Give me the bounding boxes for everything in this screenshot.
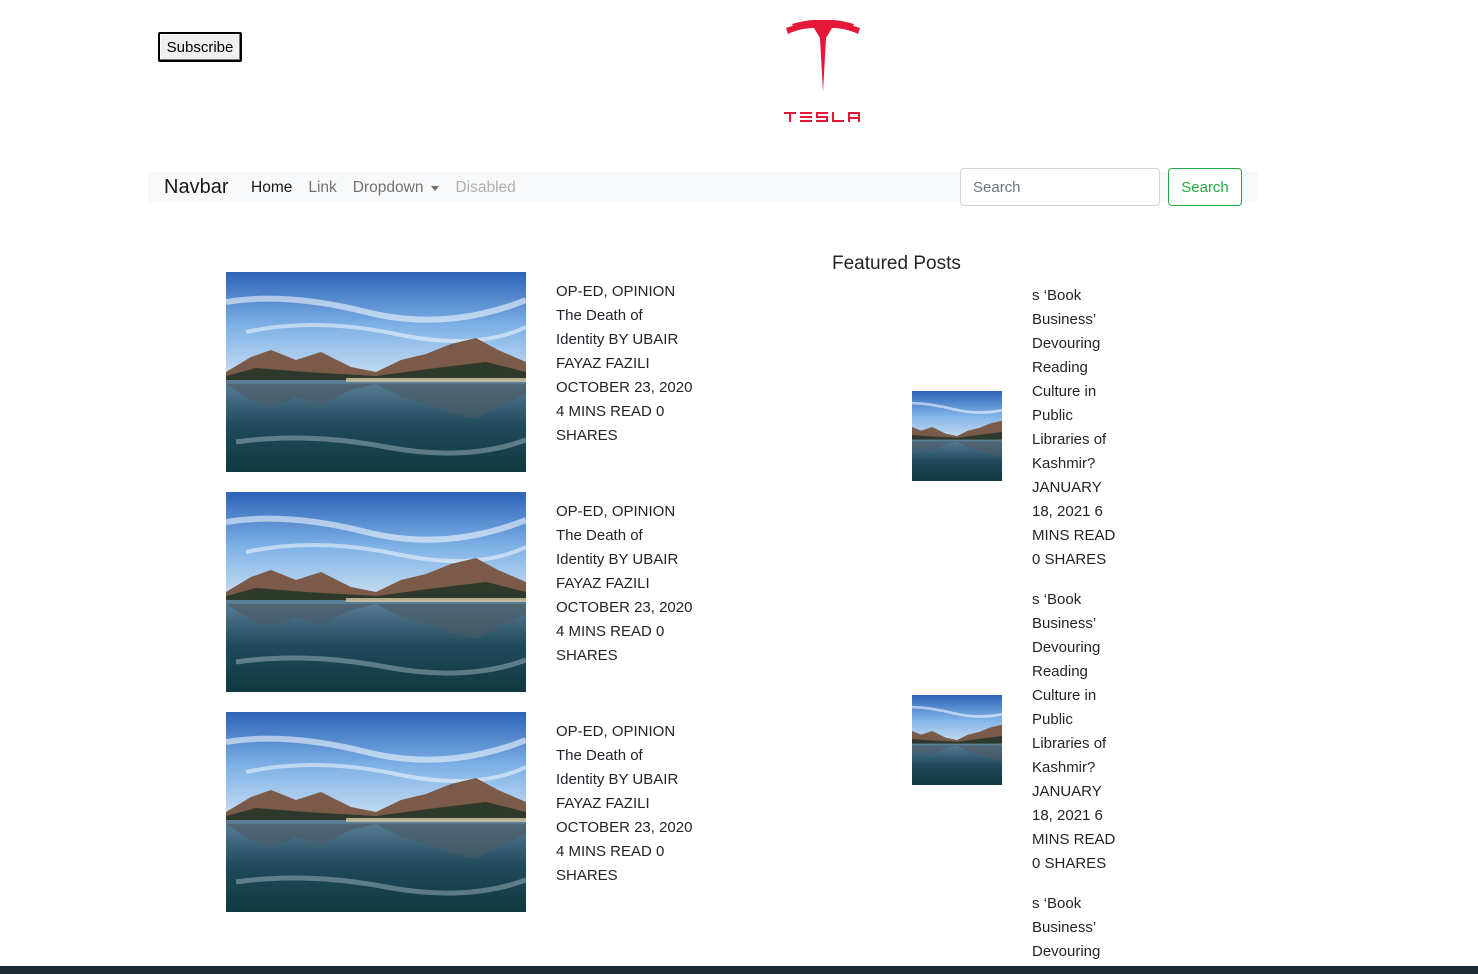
post-thumbnail[interactable] xyxy=(226,492,526,692)
featured-date: JANUARY xyxy=(1032,783,1102,800)
subscribe-button[interactable]: Subscribe xyxy=(158,32,242,62)
post-date: OCTOBER 23, 2020 xyxy=(556,819,693,836)
featured-title-line: Devouring xyxy=(1032,943,1101,960)
post-shares: SHARES xyxy=(556,647,618,664)
nav-link-home[interactable]: Home xyxy=(251,179,292,197)
featured-title-line: Business’ xyxy=(1032,919,1097,936)
post-author: FAYAZ FAZILI xyxy=(556,355,650,372)
post-title-line: Identity BY UBAIR xyxy=(556,771,679,788)
post-read-time: 4 MINS READ 0 xyxy=(556,623,665,640)
post-author: FAYAZ FAZILI xyxy=(556,795,650,812)
featured-meta[interactable]: s ‘Book Business’ Devouring Reading Cult… xyxy=(1032,588,1124,876)
featured-meta[interactable]: s ‘Book Business’ Devouring Reading Cult… xyxy=(1032,284,1124,572)
post-shares: SHARES xyxy=(556,427,618,444)
mountain-lake-image xyxy=(226,272,526,472)
mountain-lake-image xyxy=(912,391,1002,481)
featured-shares: 0 SHARES xyxy=(1032,855,1107,872)
search-button[interactable]: Search xyxy=(1168,168,1242,206)
featured-title-line: Libraries of xyxy=(1032,735,1107,752)
post-title-line: The Death of xyxy=(556,527,643,544)
featured-title-line: Devouring xyxy=(1032,335,1101,352)
post-meta[interactable]: OP-ED, OPINION The Death of Identity BY … xyxy=(556,720,706,888)
featured-title-line: Culture in xyxy=(1032,687,1097,704)
featured-title-line: Reading xyxy=(1032,359,1088,376)
post-author: FAYAZ FAZILI xyxy=(556,575,650,592)
post-thumbnail[interactable] xyxy=(226,272,526,472)
post-shares: SHARES xyxy=(556,867,618,884)
featured-title-line: Reading xyxy=(1032,663,1088,680)
navbar-brand[interactable]: Navbar xyxy=(164,176,228,199)
featured-date: JANUARY xyxy=(1032,479,1102,496)
post-title-line: Identity BY UBAIR xyxy=(556,331,679,348)
nav-link-link[interactable]: Link xyxy=(308,179,336,197)
featured-title-line: Libraries of xyxy=(1032,431,1107,448)
mountain-lake-image xyxy=(226,712,526,912)
featured-title-line: s ‘Book xyxy=(1032,287,1082,304)
tesla-logo[interactable] xyxy=(782,19,864,124)
nav-dropdown-label: Dropdown xyxy=(352,179,424,196)
featured-title-line: s ‘Book xyxy=(1032,895,1082,912)
post-category: OP-ED, OPINION xyxy=(556,283,676,300)
post-date: OCTOBER 23, 2020 xyxy=(556,599,693,616)
post-title-line: The Death of xyxy=(556,307,643,324)
featured-title-line: Culture in xyxy=(1032,383,1097,400)
featured-title-line: Business’ xyxy=(1032,311,1097,328)
post-date: OCTOBER 23, 2020 xyxy=(556,379,693,396)
featured-shares: 0 SHARES xyxy=(1032,551,1107,568)
featured-title-line: s ‘Book xyxy=(1032,591,1082,608)
post-read-time: 4 MINS READ 0 xyxy=(556,403,665,420)
featured-meta[interactable]: s ‘Book Business’ Devouring xyxy=(1032,892,1124,964)
post-thumbnail[interactable] xyxy=(226,712,526,912)
mountain-lake-image xyxy=(226,492,526,692)
nav-links: Home Link Dropdown Disabled xyxy=(251,179,532,197)
featured-read-time: MINS READ xyxy=(1032,831,1116,848)
post-read-time: 4 MINS READ 0 xyxy=(556,843,665,860)
featured-title-line: Business’ xyxy=(1032,615,1097,632)
footer-bar xyxy=(0,966,1478,974)
featured-title-line: Public xyxy=(1032,711,1073,728)
post-meta[interactable]: OP-ED, OPINION The Death of Identity BY … xyxy=(556,280,706,448)
caret-down-icon xyxy=(431,185,440,191)
featured-date: 18, 2021 6 xyxy=(1032,807,1103,824)
post-title-line: The Death of xyxy=(556,747,643,764)
post-title-line: Identity BY UBAIR xyxy=(556,551,679,568)
nav-dropdown[interactable]: Dropdown xyxy=(353,179,440,197)
featured-title-line: Kashmir? xyxy=(1032,759,1096,776)
featured-thumbnail[interactable] xyxy=(912,391,1002,481)
featured-title-line: Kashmir? xyxy=(1032,455,1096,472)
mountain-lake-image xyxy=(912,695,1002,785)
featured-date: 18, 2021 6 xyxy=(1032,503,1103,520)
tesla-logo-icon xyxy=(784,19,860,122)
nav-link-disabled: Disabled xyxy=(455,179,516,196)
featured-title-line: Public xyxy=(1032,407,1073,424)
featured-posts-heading: Featured Posts xyxy=(832,253,961,274)
featured-thumbnail[interactable] xyxy=(912,695,1002,785)
post-category: OP-ED, OPINION xyxy=(556,503,676,520)
search-input[interactable] xyxy=(960,168,1160,206)
tesla-wordmark xyxy=(784,112,860,122)
post-category: OP-ED, OPINION xyxy=(556,723,676,740)
featured-title-line: Devouring xyxy=(1032,639,1101,656)
featured-read-time: MINS READ xyxy=(1032,527,1116,544)
post-meta[interactable]: OP-ED, OPINION The Death of Identity BY … xyxy=(556,500,706,668)
